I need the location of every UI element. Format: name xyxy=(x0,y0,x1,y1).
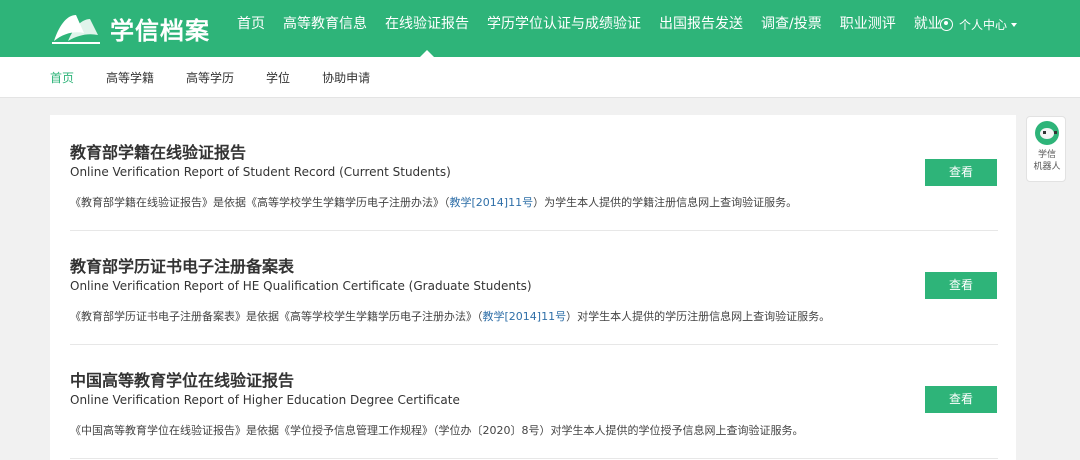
nav-home[interactable]: 首页 xyxy=(228,0,274,57)
subnav-degree[interactable]: 学位 xyxy=(266,69,290,86)
chevron-down-icon xyxy=(1011,22,1018,27)
user-icon xyxy=(940,18,953,31)
main-nav: 首页 高等教育信息 在线验证报告 学历学位认证与成绩验证 出国报告发送 调查/投… xyxy=(228,0,951,57)
view-button[interactable]: 查看 xyxy=(925,159,997,186)
robot-label: 学信 机器人 xyxy=(1033,150,1061,172)
nav-higher-education-info[interactable]: 高等教育信息 xyxy=(274,0,376,57)
report-description: 《教育部学历证书电子注册备案表》是依据《高等学校学生学籍学历电子注册办法》（教学… xyxy=(70,310,831,323)
report-english-title: Online Verification Report of Higher Edu… xyxy=(70,393,460,407)
view-button[interactable]: 查看 xyxy=(925,386,997,413)
logo-text: 学信档案 xyxy=(110,16,210,45)
subnav-home[interactable]: 首页 xyxy=(50,69,74,86)
subnav-student-record[interactable]: 高等学籍 xyxy=(106,69,154,86)
report-english-title: Online Verification Report of Student Re… xyxy=(70,165,451,179)
regulation-link[interactable]: 教学[2014]11号 xyxy=(450,196,534,209)
view-button[interactable]: 查看 xyxy=(925,272,997,299)
report-description: 《中国高等教育学位在线验证报告》是依据《学位授予信息管理工作规程》（学位办〔20… xyxy=(70,424,804,437)
report-item: 中国高等教育学位在线验证报告 Online Verification Repor… xyxy=(70,345,998,459)
report-title: 中国高等教育学位在线验证报告 xyxy=(70,371,295,390)
report-item: 教育部学历证书电子注册备案表 Online Verification Repor… xyxy=(70,231,998,345)
robot-icon xyxy=(1035,121,1059,145)
user-center-label: 个人中心 xyxy=(959,18,1008,32)
logo[interactable]: 学信档案 xyxy=(50,8,210,48)
nav-survey-vote[interactable]: 调查/投票 xyxy=(752,0,831,57)
report-title: 教育部学籍在线验证报告 xyxy=(70,143,247,162)
regulation-link[interactable]: 教学[2014]11号 xyxy=(483,310,567,323)
report-list-card: 教育部学籍在线验证报告 Online Verification Report o… xyxy=(50,115,1016,460)
book-logo-icon xyxy=(52,15,100,44)
nav-degree-certification[interactable]: 学历学位认证与成绩验证 xyxy=(478,0,650,57)
sub-nav: 首页 高等学籍 高等学历 学位 协助申请 xyxy=(0,57,1080,98)
report-description: 《教育部学籍在线验证报告》是依据《高等学校学生学籍学历电子注册办法》（教学[20… xyxy=(70,196,798,209)
robot-assistant[interactable]: 学信 机器人 xyxy=(1026,116,1066,182)
nav-online-verification-report[interactable]: 在线验证报告 xyxy=(376,0,478,57)
subnav-assist-apply[interactable]: 协助申请 xyxy=(322,69,370,86)
report-english-title: Online Verification Report of HE Qualifi… xyxy=(70,279,532,293)
top-header: 学信档案 首页 高等教育信息 在线验证报告 学历学位认证与成绩验证 出国报告发送… xyxy=(0,0,1080,57)
nav-overseas-report[interactable]: 出国报告发送 xyxy=(650,0,752,57)
subnav-qualification[interactable]: 高等学历 xyxy=(186,69,234,86)
report-item: 教育部学籍在线验证报告 Online Verification Report o… xyxy=(70,115,998,231)
report-title: 教育部学历证书电子注册备案表 xyxy=(70,257,295,276)
nav-career-assessment[interactable]: 职业测评 xyxy=(831,0,905,57)
user-center-menu[interactable]: 个人中心 xyxy=(940,0,1018,57)
